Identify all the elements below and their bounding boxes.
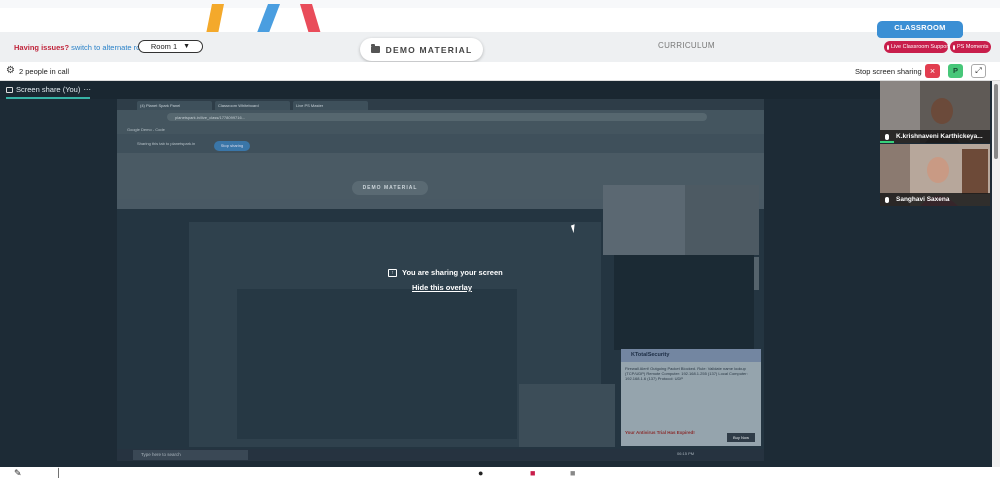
demo-material-label: DEMO MATERIAL xyxy=(385,44,473,55)
chevron-down-icon: ▼ xyxy=(183,43,191,50)
people-count: 2 people in call xyxy=(19,67,70,76)
more-menu-icon[interactable]: ⋯ xyxy=(83,85,91,94)
support-icon xyxy=(887,44,889,50)
ps-moments-button[interactable]: PS Moments xyxy=(950,41,991,53)
pointer-icon[interactable]: ● xyxy=(478,468,483,478)
microphone-icon xyxy=(885,197,889,203)
room-select-value: Room 1 xyxy=(150,42,178,51)
preview-stop-sharing: Stop sharing xyxy=(214,141,250,151)
microphone-icon xyxy=(885,134,889,140)
moments-icon xyxy=(953,44,955,50)
folder-icon xyxy=(370,44,380,53)
preview-bookmarks: Google Demo - Code xyxy=(117,124,764,134)
sharing-overlay-message: ↑ You are sharing your screen xyxy=(388,268,503,277)
participant-tile[interactable]: K.krishnaveni Karthickeya... xyxy=(880,81,990,143)
monitor-icon xyxy=(6,86,13,93)
preview-demo-material: DEMO MATERIAL xyxy=(352,181,428,195)
preview-video-tile xyxy=(685,185,759,255)
preview-nested-share-inner xyxy=(237,289,517,439)
screen-share-tab-label: Screen share (You) xyxy=(16,85,81,94)
having-issues-text: Having issues? switch to alternate room xyxy=(14,43,151,52)
eraser-icon[interactable]: ■ xyxy=(530,468,535,478)
line-icon[interactable]: │ xyxy=(56,468,62,478)
preview-tab: Classroom Whiteboard xyxy=(215,101,290,110)
scrollbar-thumb[interactable] xyxy=(994,84,998,159)
live-support-label: Live Classroom Support xyxy=(891,44,950,50)
preview-video-tile xyxy=(603,185,685,255)
share-tab-bar xyxy=(0,81,880,99)
preview-url: planetspark.in/live_class/1778099716... xyxy=(167,113,707,121)
live-support-button[interactable]: Live Classroom Support xyxy=(884,41,950,53)
participant-name: Sanghavi Saxena xyxy=(880,193,990,206)
ps-moments-label: PS Moments xyxy=(957,44,989,50)
app-root: Having issues? switch to alternate room … xyxy=(0,0,1000,478)
preview-tab: (4) Planet Spark Panel xyxy=(137,101,212,110)
overlay-message-text: You are sharing your screen xyxy=(402,268,503,277)
expand-icon[interactable]: ⤢ xyxy=(971,64,986,78)
browser-top-strip xyxy=(0,0,1000,8)
bottom-toolbar xyxy=(0,467,1000,478)
screen-share-icon: ↑ xyxy=(388,268,397,277)
classroom-tab[interactable]: CLASSROOM xyxy=(877,21,963,35)
participant-name: K.krishnaveni Karthickeya... xyxy=(880,130,990,143)
preview-tab: Live PS Master xyxy=(293,101,368,110)
clear-icon[interactable]: ■ xyxy=(570,468,575,478)
preview-antivirus-body: Firewall Alert! Outgoing Packet Blocked.… xyxy=(625,366,748,381)
preview-small-window xyxy=(519,384,615,447)
preview-tray-time: 06:15 PM xyxy=(677,451,695,456)
preview-antivirus-title: KTotalSecurity xyxy=(621,349,761,362)
hide-overlay-link[interactable]: Hide this overlay xyxy=(412,283,472,292)
preview-buy-button: Buy Now xyxy=(727,433,755,442)
stop-sharing-button[interactable]: × xyxy=(925,64,940,78)
preview-dark-panel xyxy=(614,255,754,350)
call-bar xyxy=(0,62,1000,81)
stop-sharing-label: Stop screen sharing xyxy=(855,67,922,76)
participant-tile[interactable]: Sanghavi Saxena xyxy=(880,144,990,206)
speaking-indicator xyxy=(880,141,894,143)
curriculum-tab[interactable]: CURRICULUM xyxy=(658,41,715,50)
pen-icon[interactable]: ✎ xyxy=(14,468,22,478)
screen-share-preview: (4) Planet Spark Panel Classroom Whitebo… xyxy=(117,99,764,461)
gear-icon[interactable]: ⚙ xyxy=(6,66,16,76)
preview-taskbar-search: Type here to search xyxy=(133,450,248,460)
room-select[interactable]: Room 1 ▼ xyxy=(138,40,203,53)
demo-material-button[interactable]: DEMO MATERIAL xyxy=(360,38,483,61)
active-tab-underline xyxy=(6,97,90,99)
preview-antivirus-alert: Your Antivirus Trial Has Expired! xyxy=(625,430,695,435)
tab-screen-share[interactable]: Screen share (You) ⋯ xyxy=(6,85,91,94)
avatar[interactable]: P xyxy=(948,64,963,78)
classroom-tab-underline xyxy=(877,34,963,38)
